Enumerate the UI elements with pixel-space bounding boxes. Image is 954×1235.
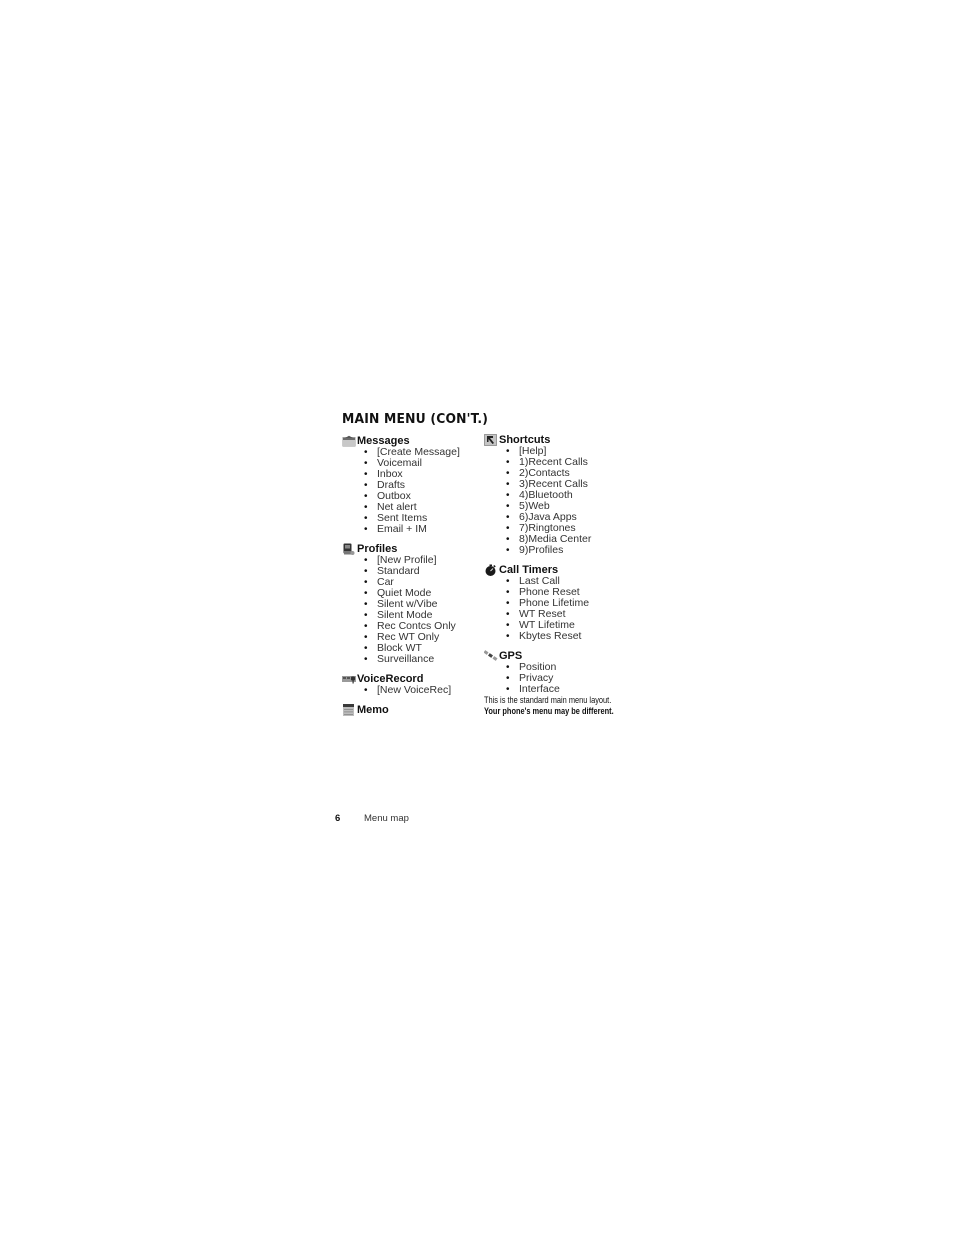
list-item: Kbytes Reset: [506, 631, 624, 643]
menu-section-messages: Messages [Create Message] Voicemail Inbo…: [342, 435, 482, 535]
menu-section-profiles: Profiles [New Profile] Standard Car Quie…: [342, 543, 482, 665]
layout-note: This is the standard main menu layout.: [484, 695, 612, 706]
list-item: Interface: [506, 684, 624, 696]
memo-icon: [342, 704, 356, 716]
page-title: MAIN MENU (CON'T.): [342, 412, 489, 427]
section-heading: Memo: [357, 704, 389, 716]
voicerecord-icon: [342, 673, 356, 685]
menu-section-memo: Memo: [342, 704, 482, 716]
page-footer: 6 Menu map: [335, 813, 409, 824]
list-item: Surveillance: [364, 654, 482, 666]
shortcuts-icon: [484, 434, 498, 446]
layout-disclaimer: Your phone's menu may be different.: [484, 706, 614, 717]
list-item: Email + IM: [364, 524, 482, 536]
satellite-icon: [484, 650, 498, 662]
menu-section-call-timers: Call Timers Last Call Phone Reset Phone …: [484, 564, 624, 642]
list-item: [New VoiceRec]: [364, 685, 482, 697]
menu-section-gps: GPS Position Privacy Interface: [484, 650, 624, 695]
menu-section-shortcuts: Shortcuts [Help] 1)Recent Calls 2)Contac…: [484, 434, 624, 556]
menu-column-right: Shortcuts [Help] 1)Recent Calls 2)Contac…: [484, 434, 624, 717]
stopwatch-icon: [484, 564, 498, 576]
list-item: 9)Profiles: [506, 545, 624, 557]
menu-column-left: Messages [Create Message] Voicemail Inbo…: [342, 435, 482, 724]
footer-section-title: Menu map: [364, 813, 409, 824]
profiles-icon: [342, 543, 356, 555]
menu-section-voicerecord: VoiceRecord [New VoiceRec]: [342, 673, 482, 696]
page-number: 6: [335, 813, 341, 824]
messages-icon: [342, 435, 356, 447]
